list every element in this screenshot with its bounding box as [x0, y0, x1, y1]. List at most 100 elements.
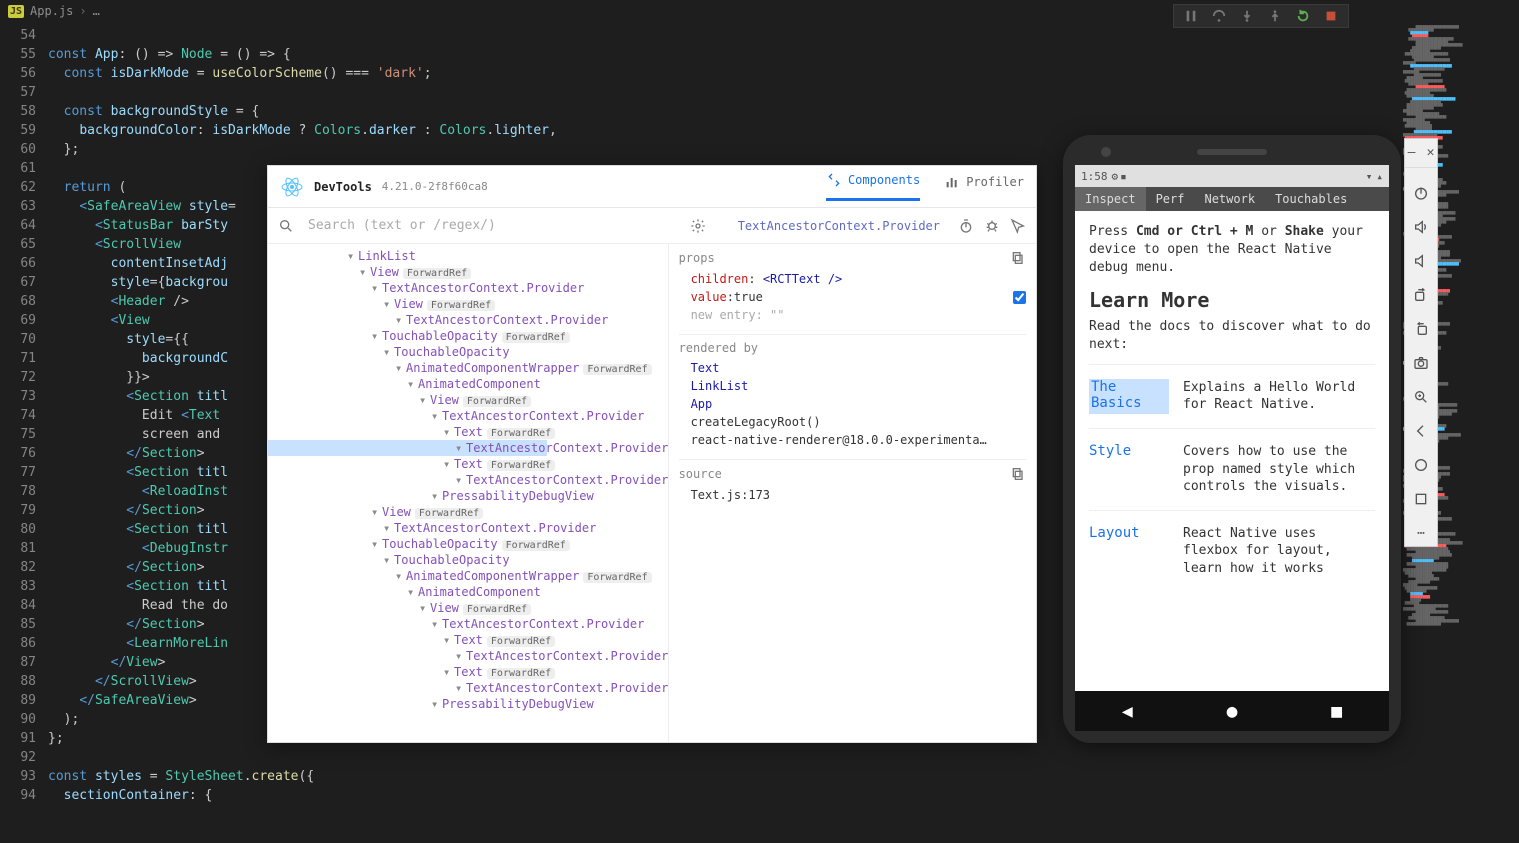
- prop-value-checkbox[interactable]: [1013, 291, 1026, 304]
- tree-node[interactable]: ▾TextForwardRef: [268, 456, 547, 472]
- tree-node[interactable]: ▾ViewForwardRef: [268, 296, 547, 312]
- tree-node[interactable]: ▾TextAncestorContext.Provider: [268, 312, 547, 328]
- inspector-tab-touchables[interactable]: Touchables: [1265, 187, 1357, 211]
- tree-node[interactable]: ▾TextAncestorContext.Provider: [268, 680, 547, 696]
- close-icon[interactable]: ✕: [1424, 143, 1437, 161]
- inspector-tab-network[interactable]: Network: [1194, 187, 1265, 211]
- tree-node[interactable]: ▾AnimatedComponentWrapperForwardRef: [268, 568, 547, 584]
- tree-node[interactable]: ▾TouchableOpacity: [268, 344, 547, 360]
- inspect-icon[interactable]: [1010, 218, 1026, 234]
- tree-node[interactable]: ▾AnimatedComponent: [268, 376, 547, 392]
- tree-node[interactable]: ▾TextAncestorContext.Provider: [268, 648, 547, 664]
- breadcrumb-sep: ›: [79, 4, 86, 18]
- inspector-tab-perf[interactable]: Perf: [1146, 187, 1195, 211]
- link-title[interactable]: Layout: [1089, 525, 1169, 578]
- rendered-by-item[interactable]: LinkList: [679, 377, 1026, 395]
- learn-more-heading: Learn More: [1089, 288, 1375, 312]
- nav-back-icon[interactable]: ◀: [1122, 701, 1133, 722]
- breadcrumb-rest: …: [93, 4, 100, 18]
- rendered-by-item[interactable]: createLegacyRoot(): [679, 413, 1026, 431]
- tree-node[interactable]: ▾TouchableOpacityForwardRef: [268, 328, 547, 344]
- tree-node[interactable]: ▾ViewForwardRef: [268, 600, 547, 616]
- pause-icon[interactable]: [1184, 9, 1198, 23]
- rotate-left-icon[interactable]: [1412, 286, 1430, 304]
- restart-icon[interactable]: [1296, 9, 1310, 23]
- step-over-icon[interactable]: [1212, 9, 1226, 23]
- tree-node[interactable]: ▾AnimatedComponent: [268, 584, 547, 600]
- prop-newentry[interactable]: new entry: "": [679, 306, 1026, 324]
- link-title[interactable]: The Basics: [1089, 379, 1169, 414]
- tree-node[interactable]: ▾TextForwardRef: [268, 632, 547, 648]
- source-file[interactable]: Text.js:173: [679, 486, 1026, 504]
- tree-node[interactable]: ▾TextAncestorContext.Provider: [268, 472, 547, 488]
- breadcrumb-file[interactable]: App.js: [30, 4, 73, 18]
- tree-node[interactable]: ▾TextAncestorContext.Provider: [268, 280, 547, 296]
- renderedby-title: rendered by: [679, 341, 758, 355]
- tree-node[interactable]: ▾LinkList: [268, 248, 547, 264]
- rotate-right-icon[interactable]: [1412, 320, 1430, 338]
- tab-profiler[interactable]: Profiler: [944, 174, 1024, 200]
- link-title[interactable]: Style: [1089, 443, 1169, 496]
- prop-value: value: true: [679, 288, 1026, 306]
- link-row[interactable]: StyleCovers how to use the prop named st…: [1089, 428, 1375, 510]
- tree-node[interactable]: ▾TouchableOpacityForwardRef: [268, 536, 547, 552]
- link-desc: Explains a Hello World for React Native.: [1183, 379, 1375, 414]
- copy-icon[interactable]: [1010, 466, 1026, 482]
- battery-icon: ▪: [1120, 170, 1127, 183]
- tree-node[interactable]: ▾TextAncestorContext.Provider: [268, 616, 547, 632]
- tree-node[interactable]: ▾ViewForwardRef: [268, 504, 547, 520]
- debug-hint: Press Cmd or Ctrl + M or Shake your devi…: [1089, 223, 1375, 278]
- search-icon: [278, 218, 294, 234]
- device-navbar: ◀ ● ■: [1075, 691, 1389, 731]
- emulator-app-body[interactable]: Press Cmd or Ctrl + M or Shake your devi…: [1075, 211, 1389, 691]
- step-into-icon[interactable]: [1240, 9, 1254, 23]
- rendered-by-item[interactable]: react-native-renderer@18.0.0-experimenta…: [679, 431, 1026, 449]
- home-icon[interactable]: [1412, 456, 1430, 474]
- run-toolbar: [1173, 4, 1349, 28]
- stop-icon[interactable]: [1324, 9, 1338, 23]
- inspector-tab-inspect[interactable]: Inspect: [1075, 187, 1146, 211]
- prop-children: children: <RCTText />: [679, 270, 1026, 288]
- link-desc: React Native uses flexbox for layout, le…: [1183, 525, 1375, 578]
- rendered-by-item[interactable]: Text: [679, 359, 1026, 377]
- tab-components[interactable]: Components: [826, 172, 920, 201]
- tree-node[interactable]: ▾TextForwardRef: [268, 664, 547, 680]
- devtools-header: DevTools 4.21.0-2f8f60ca8 Components Pro…: [268, 166, 1036, 208]
- volume-up-icon[interactable]: [1412, 218, 1430, 236]
- rendered-by-item[interactable]: App: [679, 395, 1026, 413]
- power-icon[interactable]: [1412, 184, 1430, 202]
- step-out-icon[interactable]: [1268, 9, 1282, 23]
- react-devtools-panel: DevTools 4.21.0-2f8f60ca8 Components Pro…: [267, 165, 1037, 743]
- stopwatch-icon[interactable]: [958, 218, 974, 234]
- more-icon[interactable]: ⋯: [1412, 524, 1430, 542]
- tree-node[interactable]: ▾PressabilityDebugView: [268, 488, 547, 504]
- component-tree[interactable]: ▾LinkList▾ViewForwardRef▾TextAncestorCon…: [268, 244, 668, 742]
- tree-node[interactable]: ▾TextAncestorContext.Provider: [268, 408, 547, 424]
- copy-icon[interactable]: [1010, 250, 1026, 266]
- tree-node[interactable]: ▾TextForwardRef: [268, 424, 547, 440]
- tree-node[interactable]: ▾PressabilityDebugView: [268, 696, 547, 712]
- gear-icon[interactable]: [690, 218, 706, 234]
- minimize-icon[interactable]: —: [1405, 143, 1418, 161]
- camera-icon[interactable]: [1412, 354, 1430, 372]
- volume-down-icon[interactable]: [1412, 252, 1430, 270]
- component-search-input[interactable]: [302, 212, 682, 239]
- devtools-title: DevTools: [314, 180, 372, 194]
- link-row[interactable]: The Basics Explains a Hello World for Rea…: [1089, 364, 1375, 428]
- nav-home-icon[interactable]: ●: [1227, 701, 1238, 722]
- link-row[interactable]: Layout React Native uses flexbox for layo…: [1089, 510, 1375, 592]
- bug-icon[interactable]: [984, 218, 1000, 234]
- component-detail-panel: props children: <RCTText /> value: true …: [668, 244, 1036, 742]
- zoom-icon[interactable]: [1412, 388, 1430, 406]
- tree-node[interactable]: ▾TouchableOpacity: [268, 552, 547, 568]
- overview-icon[interactable]: [1412, 490, 1430, 508]
- tree-node[interactable]: ▾ViewForwardRef: [268, 264, 547, 280]
- tree-node[interactable]: ▾TextAncestorContext.Provider: [268, 520, 547, 536]
- tree-node[interactable]: ▾ViewForwardRef: [268, 392, 547, 408]
- nav-recent-icon[interactable]: ■: [1331, 701, 1342, 722]
- gear-icon: ⚙: [1112, 170, 1119, 183]
- inspector-tabs: Inspect Perf Network Touchables: [1075, 187, 1389, 211]
- back-icon[interactable]: [1412, 422, 1430, 440]
- tree-node[interactable]: ▾AnimatedComponentWrapperForwardRef: [268, 360, 547, 376]
- tree-node[interactable]: ▾TextAncestorContext.Provider: [268, 440, 547, 456]
